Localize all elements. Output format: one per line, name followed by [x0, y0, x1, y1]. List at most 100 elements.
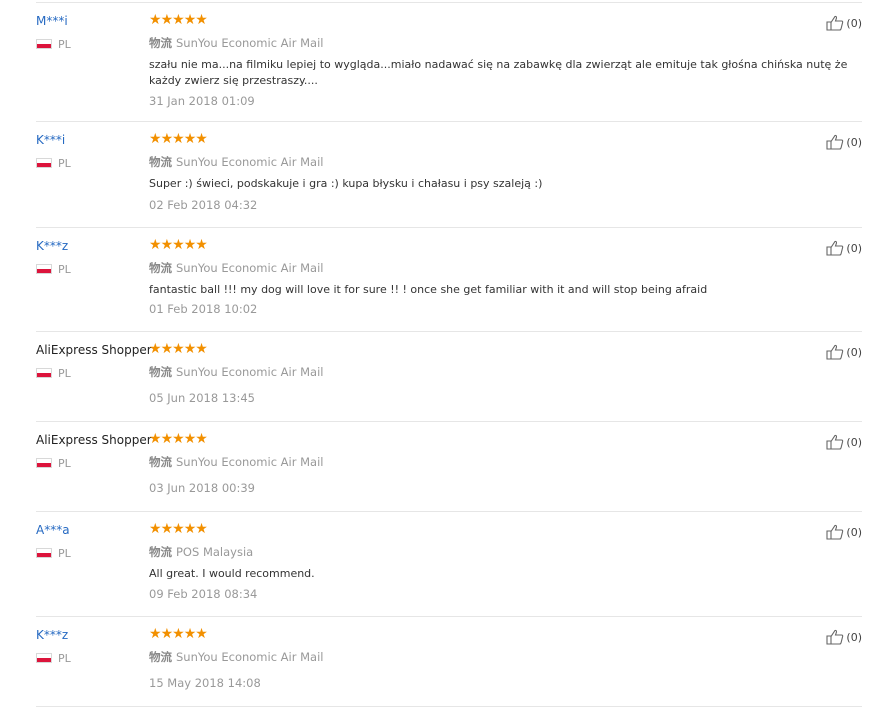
star-icon: ★ [149, 626, 162, 642]
star-icon: ★ [195, 626, 208, 642]
logistics-info: 物流 SunYou Economic Air Mail [149, 261, 324, 275]
star-icon: ★ [183, 237, 197, 253]
star-icon: ★ [149, 12, 162, 28]
buyer-country: PL [36, 263, 71, 276]
buyer-country: PL [36, 547, 71, 560]
star-icon: ★ [160, 12, 174, 28]
star-icon: ★ [183, 131, 197, 147]
star-icon: ★ [195, 237, 208, 253]
thumbs-up-icon [826, 344, 844, 360]
review-date: 05 Jun 2018 13:45 [149, 391, 255, 405]
review-item: K***i PL ★★★★★ 物流 SunYou Economic Air Mai… [36, 122, 862, 228]
star-icon: ★ [160, 341, 174, 357]
buyer-name[interactable]: M***i [36, 14, 68, 28]
buyer-country: PL [36, 157, 71, 170]
review-item: AliExpress Shopper PL ★★★★★ 物流 SunYou Eco… [36, 332, 862, 422]
like-button[interactable]: (0) [826, 344, 862, 360]
star-rating: ★★★★★ [149, 131, 208, 147]
like-button[interactable]: (0) [826, 134, 862, 150]
star-icon: ★ [149, 237, 162, 253]
like-button[interactable]: (0) [826, 240, 862, 256]
like-count: (0) [846, 436, 862, 449]
star-icon: ★ [195, 431, 208, 447]
star-icon: ★ [195, 131, 208, 147]
like-button[interactable]: (0) [826, 15, 862, 31]
logistics-info: 物流 SunYou Economic Air Mail [149, 36, 324, 50]
logistics-info: 物流 SunYou Economic Air Mail [149, 365, 324, 379]
star-icon: ★ [172, 12, 185, 28]
star-icon: ★ [149, 521, 162, 537]
star-icon: ★ [195, 521, 208, 537]
review-text: szału nie ma...na filmiku lepiej to wygl… [149, 58, 848, 87]
star-icon: ★ [149, 341, 162, 357]
thumbs-up-icon [826, 434, 844, 450]
star-icon: ★ [149, 131, 162, 147]
like-count: (0) [846, 17, 862, 30]
review-text: Super :) świeci, podskakuje i gra :) kup… [149, 177, 543, 190]
poland-flag-icon [36, 158, 52, 168]
thumbs-up-icon [826, 629, 844, 645]
star-rating: ★★★★★ [149, 12, 208, 28]
buyer-name[interactable]: K***z [36, 239, 68, 253]
star-rating: ★★★★★ [149, 431, 208, 447]
star-icon: ★ [160, 237, 174, 253]
star-icon: ★ [183, 12, 197, 28]
poland-flag-icon [36, 39, 52, 49]
poland-flag-icon [36, 653, 52, 663]
star-icon: ★ [149, 431, 162, 447]
logistics-info: 物流 SunYou Economic Air Mail [149, 650, 324, 664]
like-button[interactable]: (0) [826, 629, 862, 645]
buyer-name: AliExpress Shopper [36, 343, 152, 357]
star-icon: ★ [172, 521, 185, 537]
review-item: K***z PL ★★★★★ 物流 SunYou Economic Air Mai… [36, 228, 862, 332]
review-date: 09 Feb 2018 08:34 [149, 587, 258, 601]
buyer-country: PL [36, 367, 71, 380]
star-icon: ★ [172, 341, 185, 357]
review-date: 02 Feb 2018 04:32 [149, 198, 258, 212]
star-icon: ★ [195, 12, 208, 28]
star-rating: ★★★★★ [149, 626, 208, 642]
buyer-country: PL [36, 652, 71, 665]
star-icon: ★ [183, 521, 197, 537]
buyer-country: PL [36, 457, 71, 470]
review-date: 03 Jun 2018 00:39 [149, 481, 255, 495]
star-icon: ★ [160, 131, 174, 147]
star-icon: ★ [172, 237, 185, 253]
review-date: 01 Feb 2018 10:02 [149, 302, 258, 316]
star-icon: ★ [183, 341, 197, 357]
thumbs-up-icon [826, 240, 844, 256]
thumbs-up-icon [826, 15, 844, 31]
review-item: M***i PL ★★★★★ 物流 SunYou Economic Air Mai… [36, 3, 862, 122]
buyer-name: AliExpress Shopper [36, 433, 152, 447]
like-count: (0) [846, 136, 862, 149]
review-item: K***z PL ★★★★★ 物流 SunYou Economic Air Mai… [36, 617, 862, 707]
review-text: All great. I would recommend. [149, 567, 315, 580]
poland-flag-icon [36, 368, 52, 378]
like-button[interactable]: (0) [826, 524, 862, 540]
like-count: (0) [846, 242, 862, 255]
buyer-country: PL [36, 38, 71, 51]
logistics-info: 物流 POS Malaysia [149, 545, 254, 559]
star-icon: ★ [195, 341, 208, 357]
star-icon: ★ [160, 626, 174, 642]
star-icon: ★ [183, 431, 197, 447]
thumbs-up-icon [826, 134, 844, 150]
star-icon: ★ [183, 626, 197, 642]
star-rating: ★★★★★ [149, 521, 208, 537]
review-date: 31 Jan 2018 01:09 [149, 94, 255, 108]
review-item: AliExpress Shopper PL ★★★★★ 物流 SunYou Eco… [36, 422, 862, 512]
buyer-name[interactable]: K***z [36, 628, 68, 642]
poland-flag-icon [36, 458, 52, 468]
star-rating: ★★★★★ [149, 341, 208, 357]
buyer-name[interactable]: K***i [36, 133, 65, 147]
logistics-info: 物流 SunYou Economic Air Mail [149, 155, 324, 169]
like-button[interactable]: (0) [826, 434, 862, 450]
poland-flag-icon [36, 264, 52, 274]
review-date: 15 May 2018 14:08 [149, 676, 261, 690]
thumbs-up-icon [826, 524, 844, 540]
review-text: fantastic ball !!! my dog will love it f… [149, 283, 708, 296]
star-icon: ★ [172, 131, 185, 147]
like-count: (0) [846, 631, 862, 644]
buyer-name[interactable]: A***a [36, 523, 70, 537]
like-count: (0) [846, 526, 862, 539]
